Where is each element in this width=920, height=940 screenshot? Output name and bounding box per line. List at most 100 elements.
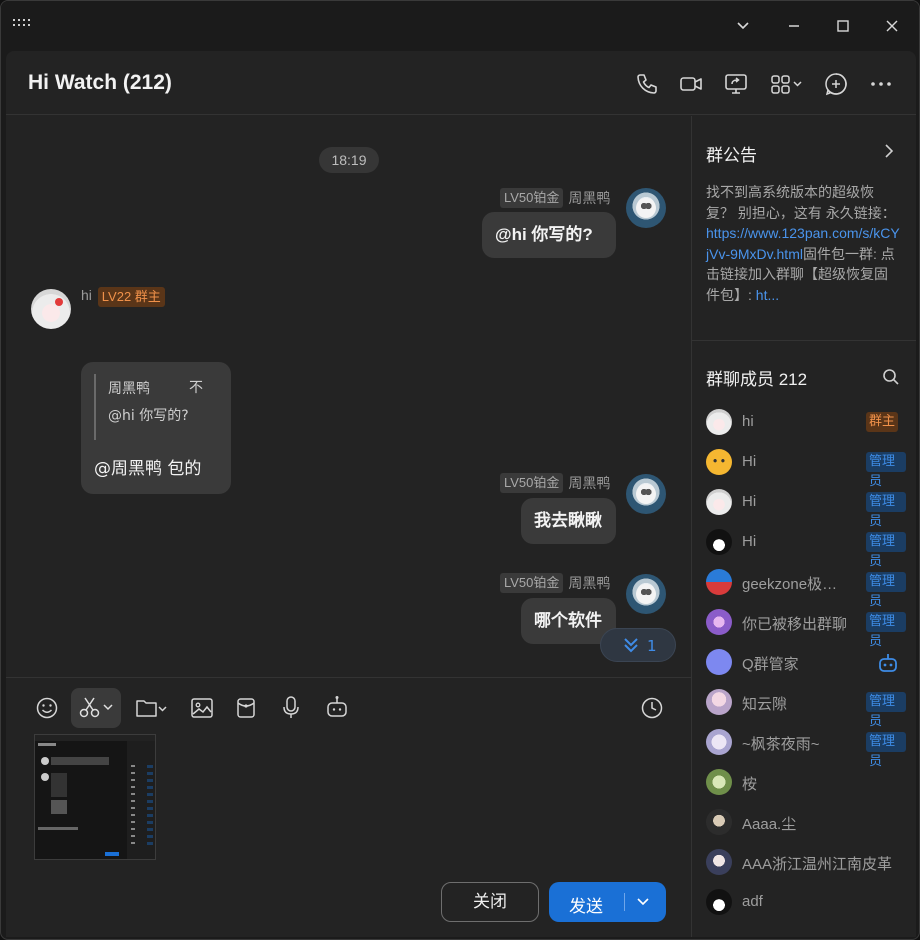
member-name: 知云隙 (742, 696, 788, 713)
compose-area: 关闭 发送 (6, 677, 691, 937)
quote-message-bubble[interactable]: 周黑鸭 不 @hi 你写的? @周黑鸭 包的 (81, 362, 231, 494)
new-messages-button[interactable]: 1 (600, 628, 676, 662)
member-row[interactable]: Aaaa.尘 (706, 808, 906, 838)
quote-close: 不 (189, 380, 203, 396)
member-row[interactable]: Hi 管理员 (706, 528, 906, 569)
member-name: adf (742, 893, 763, 910)
admin-badge: 管理员 (866, 452, 906, 489)
app-window: Hi Watch (212) 18:19 LV50铂金 周黑鸭 @hi 你写的?… (0, 0, 920, 940)
member-row[interactable]: Q群管家 (706, 648, 906, 678)
member-avatar[interactable] (706, 409, 732, 435)
member-avatar[interactable] (706, 489, 732, 515)
member-avatar[interactable] (706, 689, 732, 715)
robot-icon[interactable] (325, 692, 349, 724)
announcement-title[interactable]: 群公告 (706, 141, 757, 166)
double-chevron-down-icon (624, 638, 638, 653)
member-avatar[interactable] (706, 769, 732, 795)
sender-name[interactable]: hi (81, 287, 92, 303)
close-icon[interactable] (879, 13, 905, 39)
member-avatar[interactable] (706, 449, 732, 475)
level-badge: LV50铂金 (500, 573, 564, 593)
history-icon[interactable] (640, 692, 664, 724)
member-row[interactable]: Hi 管理员 (706, 488, 906, 529)
maximize-icon[interactable] (830, 13, 856, 39)
more-icon[interactable] (868, 71, 894, 97)
member-row[interactable]: adf (706, 888, 906, 918)
chevron-right-icon[interactable] (882, 143, 896, 163)
send-button[interactable]: 发送 (549, 882, 666, 922)
new-message-count: 1 (647, 637, 657, 655)
attached-screenshot-thumbnail[interactable] (34, 734, 156, 860)
avatar[interactable] (31, 289, 71, 329)
folder-icon[interactable] (135, 692, 169, 724)
avatar[interactable] (626, 188, 666, 228)
member-avatar[interactable] (706, 649, 732, 675)
red-packet-icon[interactable] (235, 692, 257, 724)
member-name: 你已被移出群聊 (742, 616, 848, 633)
owner-badge: LV22 群主 (97, 287, 165, 307)
member-avatar[interactable] (706, 889, 732, 915)
close-button[interactable]: 关闭 (441, 882, 539, 922)
member-row[interactable]: 桉 (706, 768, 906, 798)
image-icon[interactable] (190, 692, 214, 724)
announcement-link-2[interactable]: ht... (756, 287, 779, 303)
member-name: 桉 (742, 776, 758, 793)
announcement-body: 找不到高系统版本的超级恢复？ 别担心，这有 永久链接： (706, 184, 896, 221)
announcement-text[interactable]: 找不到高系统版本的超级恢复？ 别担心，这有 永久链接：https://www.1… (706, 182, 901, 305)
video-icon[interactable] (678, 71, 704, 97)
grid-menu-icon[interactable] (13, 19, 33, 33)
chat-panel: Hi Watch (212) 18:19 LV50铂金 周黑鸭 @hi 你写的?… (6, 51, 916, 937)
message-bubble[interactable]: 我去瞅瞅 (521, 498, 616, 544)
member-row[interactable]: 你已被移出群聊 管理员 (706, 608, 906, 649)
message-sender: LV50铂金 周黑鸭 (500, 188, 610, 208)
sender-name[interactable]: 周黑鸭 (568, 575, 610, 591)
level-badge: LV50铂金 (500, 188, 564, 208)
member-name: hi (742, 413, 754, 430)
admin-badge: 管理员 (866, 692, 906, 729)
message-sender: hi LV22 群主 (81, 287, 170, 307)
member-avatar[interactable] (706, 529, 732, 555)
member-avatar[interactable] (706, 809, 732, 835)
emoji-icon[interactable] (36, 692, 58, 724)
message-list[interactable]: 18:19 LV50铂金 周黑鸭 @hi 你写的? hi LV22 群主 周黑鸭 … (6, 116, 691, 677)
member-avatar[interactable] (706, 849, 732, 875)
members-title: 群聊成员 212 (706, 370, 808, 389)
message-text: @周黑鸭 包的 (94, 459, 202, 479)
chat-title: Hi Watch (212) (28, 71, 172, 94)
member-row[interactable]: 知云隙 管理员 (706, 688, 906, 729)
member-avatar[interactable] (706, 729, 732, 755)
chevron-down-icon[interactable] (636, 894, 650, 914)
screen-share-icon[interactable] (723, 71, 749, 97)
admin-badge: 管理员 (866, 532, 906, 569)
member-row[interactable]: ~枫茶夜雨~ 管理员 (706, 728, 906, 769)
member-row[interactable]: geekzone极客空间管理员 (706, 568, 906, 609)
member-name: geekzone极客空间 (742, 576, 852, 593)
member-name: Q群管家 (742, 656, 799, 673)
chevron-down-icon[interactable] (730, 13, 756, 39)
microphone-icon[interactable] (281, 692, 301, 724)
member-row[interactable]: Hi 管理员 (706, 448, 906, 489)
avatar[interactable] (626, 474, 666, 514)
message-sender: LV50铂金 周黑鸭 (500, 473, 610, 493)
apps-icon[interactable] (769, 71, 805, 97)
phone-icon[interactable] (634, 71, 660, 97)
member-name: Hi (742, 533, 757, 550)
scissors-icon[interactable] (71, 688, 121, 728)
divider (692, 340, 916, 341)
avatar[interactable] (626, 574, 666, 614)
member-name: Aaaa.尘 (742, 816, 797, 833)
member-avatar[interactable] (706, 609, 732, 635)
search-icon[interactable] (882, 368, 900, 390)
add-icon[interactable] (823, 71, 849, 97)
sender-name[interactable]: 周黑鸭 (568, 475, 610, 491)
group-sidebar: 群公告 找不到高系统版本的超级恢复？ 别担心，这有 永久链接：https://w… (691, 116, 916, 937)
time-divider: 18:19 (319, 147, 379, 173)
member-avatar[interactable] (706, 569, 732, 595)
minimize-icon[interactable] (781, 13, 807, 39)
owner-badge: 群主 (866, 412, 899, 432)
chat-header: Hi Watch (212) (6, 51, 916, 115)
message-bubble[interactable]: @hi 你写的? (482, 212, 616, 258)
member-row[interactable]: hi 群主 (706, 408, 906, 438)
member-row[interactable]: AAA浙江温州江南皮革 (706, 848, 906, 878)
sender-name[interactable]: 周黑鸭 (568, 190, 610, 206)
